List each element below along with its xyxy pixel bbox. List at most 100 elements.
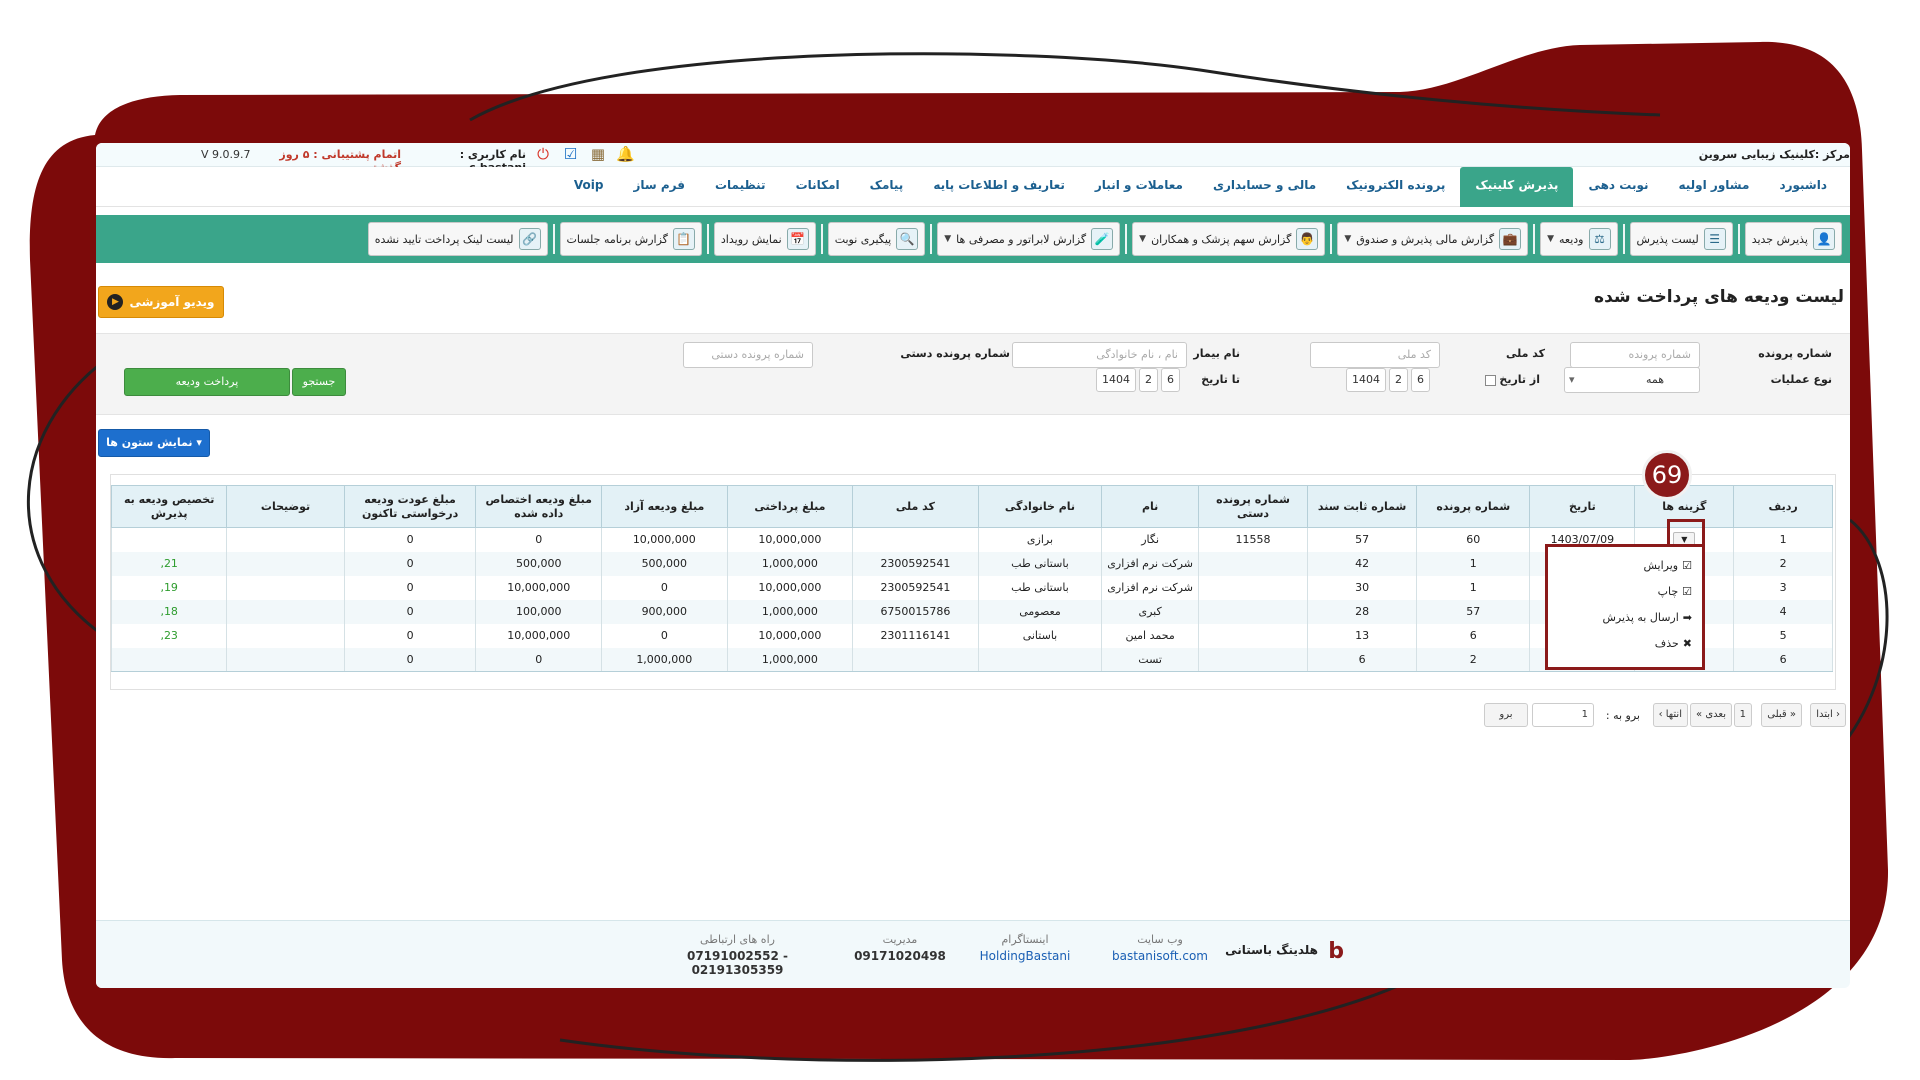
op-type-select[interactable]: همه ▾ (1564, 367, 1700, 393)
nav-item-9[interactable]: امکانات (781, 167, 855, 207)
toolbar-icon: ☰ (1703, 228, 1726, 250)
to-year[interactable]: 1404 (1096, 368, 1136, 392)
nav-item-11[interactable]: فرم ساز (618, 167, 700, 207)
toolbar-button-1[interactable]: ☰ لیست پذیرش (1629, 222, 1733, 256)
nav-item-10[interactable]: تنظیمات (700, 167, 781, 207)
caret-down-icon: ▼ (1547, 234, 1555, 244)
menu-item-send[interactable]: ➡ ارسال به پذیرش (1558, 605, 1693, 631)
from-month[interactable]: 2 (1389, 368, 1408, 392)
toolbar-button-4[interactable]: 👨 گزارش سهم پزشک و همکاران ▼ (1132, 222, 1326, 256)
menu-item-print-label: چاپ (1657, 585, 1679, 598)
nav-item-0[interactable]: داشبورد (1764, 167, 1842, 207)
pager-last[interactable]: انتها › (1652, 703, 1688, 727)
column-header[interactable]: ردیف (1733, 485, 1833, 528)
nav-item-8[interactable]: پیامک (855, 167, 919, 207)
pager-first[interactable]: ‹ ابتدا (1810, 703, 1846, 727)
bell-icon[interactable]: 🔔 (616, 144, 636, 164)
column-header[interactable]: شماره پرونده دستی (1197, 485, 1309, 528)
table-cell: 0 (343, 599, 477, 624)
instagram-link[interactable]: HoldingBastani (975, 949, 1075, 967)
table-cell[interactable]: 19, (110, 575, 228, 600)
toolbar-button-2[interactable]: ⚖ ودیعه ▼ (1540, 222, 1618, 256)
column-header[interactable]: مبلغ پرداختی (726, 485, 854, 528)
nav-item-12[interactable]: Voip (559, 167, 619, 207)
table-cell: 2301116141 (852, 623, 979, 648)
table-cell: 0 (601, 623, 728, 648)
menu-item-delete-label: حذف (1654, 637, 1679, 650)
video-tutorial-button[interactable]: ویدیو آموزشی ▶ (98, 286, 224, 318)
app-version: V 9.0.9.7 (201, 148, 251, 161)
column-header[interactable]: توضیحات (226, 485, 345, 528)
to-day[interactable]: 6 (1161, 368, 1180, 392)
column-header[interactable]: نام (1101, 485, 1199, 528)
table-cell: 11558 (1197, 527, 1309, 552)
column-header[interactable]: تخصیص ودیعه به پذیرش (110, 485, 228, 528)
toolbar-button-7[interactable]: 📅 نمایش رویداد (713, 222, 816, 256)
menu-item-edit[interactable]: ☑ ویرایش (1558, 553, 1692, 579)
nav-item-7[interactable]: تعاریف و اطلاعات پایه (918, 167, 1080, 207)
column-header[interactable]: نام خانوادگی (977, 485, 1103, 528)
pager-next[interactable]: بعدی » (1690, 703, 1732, 727)
pay-deposit-button[interactable]: پرداخت ودیعه (124, 368, 290, 396)
patient-name-input[interactable]: نام ، نام خانوادگی (1012, 342, 1187, 368)
from-day[interactable]: 6 (1411, 368, 1430, 392)
column-header[interactable]: مبلغ عودت ودیعه درخواستی تاکنون (343, 485, 477, 528)
file-no-input[interactable]: شماره پرونده (1570, 342, 1700, 368)
manual-file-input[interactable]: شماره پرونده دستی (683, 342, 813, 368)
table-cell[interactable] (110, 647, 228, 672)
power-icon[interactable]: ⏻ (533, 144, 553, 164)
row-options-menu: ☑ ویرایش ☑ چاپ ➡ ارسال به پذیرش ✖ حذف (1545, 544, 1705, 670)
column-header[interactable]: شماره ثابت سند (1307, 485, 1418, 528)
toolbar-button-6[interactable]: 🔍 پیگیری نوبت (827, 222, 926, 256)
toolbar-button-label: لیست لینک پرداخت تایید نشده (374, 232, 514, 246)
table-cell[interactable] (110, 527, 228, 552)
column-header[interactable]: مبلغ ودیعه اختصاص داده شده (475, 485, 603, 528)
table-cell (226, 623, 345, 648)
search-button[interactable]: جستجو (292, 368, 346, 396)
nav-item-6[interactable]: معاملات و انبار (1080, 167, 1198, 207)
toolbar-separator (706, 224, 709, 254)
from-date-picker[interactable]: 6 2 1404 (1346, 368, 1430, 392)
pager-prev[interactable]: « قبلی (1761, 703, 1802, 727)
to-date-picker[interactable]: 6 2 1404 (1096, 368, 1180, 392)
toolbar-button-9[interactable]: 🔗 لیست لینک پرداخت تایید نشده (367, 222, 548, 256)
check-calendar-icon[interactable]: ☑ (561, 144, 581, 164)
table-cell[interactable]: 23, (110, 623, 228, 648)
toolbar-button-0[interactable]: 👤 پذیرش جدید (1744, 222, 1842, 256)
website-link[interactable]: bastanisoft.com (1110, 949, 1210, 967)
to-month[interactable]: 2 (1139, 368, 1158, 392)
menu-item-print[interactable]: ☑ چاپ (1558, 579, 1692, 605)
menu-item-delete[interactable]: ✖ حذف (1558, 631, 1692, 657)
goto-button[interactable]: برو (1484, 703, 1528, 727)
from-year[interactable]: 1404 (1346, 368, 1386, 392)
toolbar-button-8[interactable]: 📋 گزارش برنامه جلسات (559, 222, 702, 256)
column-header[interactable]: کد ملی (852, 485, 979, 528)
nav-item-2[interactable]: نوبت دهی (1573, 167, 1663, 207)
nav-item-3[interactable]: پذیرش کلینیک (1460, 167, 1574, 207)
nav-item-5[interactable]: مالی و حسابداری (1198, 167, 1331, 207)
table-cell[interactable]: 21, (110, 551, 228, 576)
toolbar-button-5[interactable]: 🧪 گزارش لابراتور و مصرفی ها ▼ (937, 222, 1121, 256)
nav-item-1[interactable]: مشاور اولیه (1663, 167, 1764, 207)
column-header[interactable]: تاریخ (1529, 485, 1636, 528)
toolbar-button-3[interactable]: 💼 گزارش مالی پذیرش و صندوق ▼ (1337, 222, 1529, 256)
calendar-icon[interactable]: ▦ (588, 144, 608, 164)
nav-item-4[interactable]: پرونده الکترونیک (1331, 167, 1460, 207)
goto-input[interactable]: 1 (1532, 703, 1594, 727)
show-columns-button[interactable]: ▾ نمایش ستون ها (98, 429, 210, 457)
national-code-input[interactable]: کد ملی (1310, 342, 1440, 368)
from-date-checkbox[interactable] (1484, 374, 1496, 386)
highlight-options-toggle (1667, 519, 1705, 547)
caret-down-icon: ▼ (944, 234, 952, 244)
column-header[interactable]: مبلغ ودیعه آزاد (601, 485, 728, 528)
center-name: مرکز :کلینیک زیبایی سروین (1698, 148, 1850, 161)
file-no-label: شماره پرونده (1758, 347, 1832, 360)
search-panel: شماره پرونده شماره پرونده کد ملی کد ملی … (96, 333, 1850, 415)
caret-down-icon: ▼ (1344, 234, 1352, 244)
pager-page[interactable]: 1 (1733, 703, 1752, 727)
table-cell: شرکت نرم افزاری (1101, 575, 1199, 600)
column-header[interactable]: شماره پرونده (1416, 485, 1531, 528)
table-cell: 900,000 (601, 599, 728, 624)
table-cell[interactable]: 18, (110, 599, 228, 624)
table-cell: محمد امین (1101, 623, 1199, 648)
